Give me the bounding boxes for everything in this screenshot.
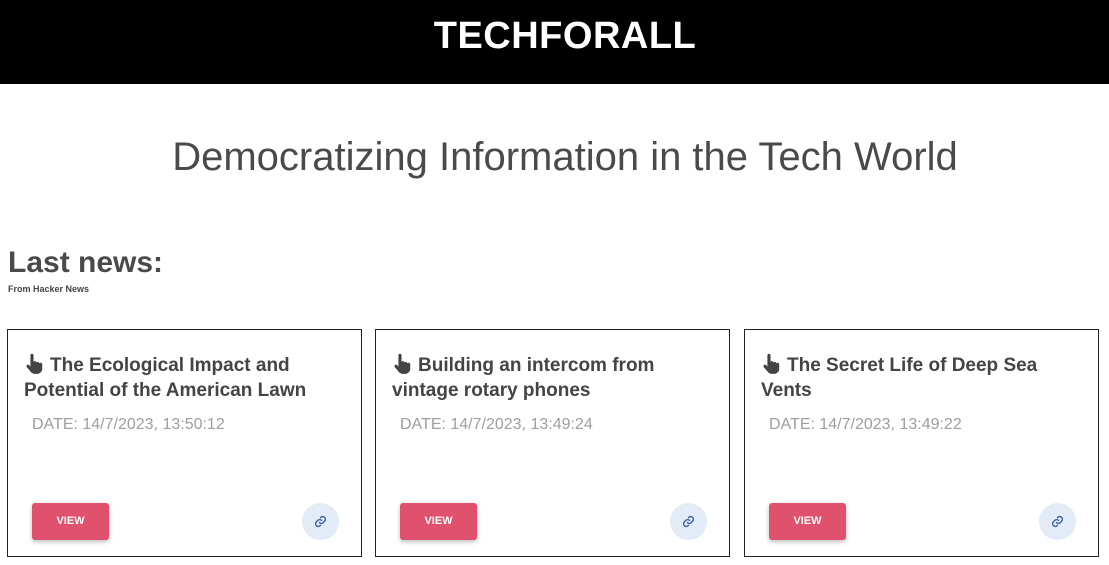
hand-pointer-icon bbox=[763, 353, 780, 374]
news-card-date: DATE: 14/7/2023, 13:50:12 bbox=[32, 416, 225, 433]
link-icon bbox=[314, 515, 327, 528]
link-button[interactable] bbox=[302, 503, 339, 540]
news-card-title-text[interactable]: Building an intercom from vintage rotary… bbox=[392, 355, 654, 401]
link-icon bbox=[1051, 515, 1064, 528]
news-card-date: DATE: 14/7/2023, 13:49:22 bbox=[769, 416, 962, 433]
top-bar: TECHFORALL bbox=[0, 0, 1109, 84]
news-source-label: From Hacker News bbox=[8, 284, 90, 294]
news-section-title: Last news: bbox=[8, 246, 164, 279]
news-card-title: Building an intercom from vintage rotary… bbox=[392, 353, 712, 403]
hand-pointer-icon bbox=[394, 353, 411, 374]
link-button[interactable] bbox=[670, 503, 707, 540]
view-button[interactable]: VIEW bbox=[32, 503, 109, 540]
link-icon bbox=[682, 515, 695, 528]
view-button[interactable]: VIEW bbox=[400, 503, 477, 540]
news-card-title-text[interactable]: The Ecological Impact and Potential of t… bbox=[24, 355, 306, 401]
news-card: The Ecological Impact and Potential of t… bbox=[7, 329, 362, 557]
news-card-title-text[interactable]: The Secret Life of Deep Sea Vents bbox=[761, 355, 1037, 401]
news-card-date: DATE: 14/7/2023, 13:49:24 bbox=[400, 416, 593, 433]
news-card-title: The Ecological Impact and Potential of t… bbox=[24, 353, 344, 403]
news-card: The Secret Life of Deep Sea Vents DATE: … bbox=[744, 329, 1099, 557]
brand-title[interactable]: TECHFORALL bbox=[0, 14, 1109, 58]
hand-pointer-icon bbox=[26, 353, 43, 374]
view-button[interactable]: VIEW bbox=[769, 503, 846, 540]
page-tagline: Democratizing Information in the Tech Wo… bbox=[172, 135, 958, 179]
link-button[interactable] bbox=[1039, 503, 1076, 540]
news-card-title: The Secret Life of Deep Sea Vents bbox=[761, 353, 1081, 403]
news-card: Building an intercom from vintage rotary… bbox=[375, 329, 730, 557]
